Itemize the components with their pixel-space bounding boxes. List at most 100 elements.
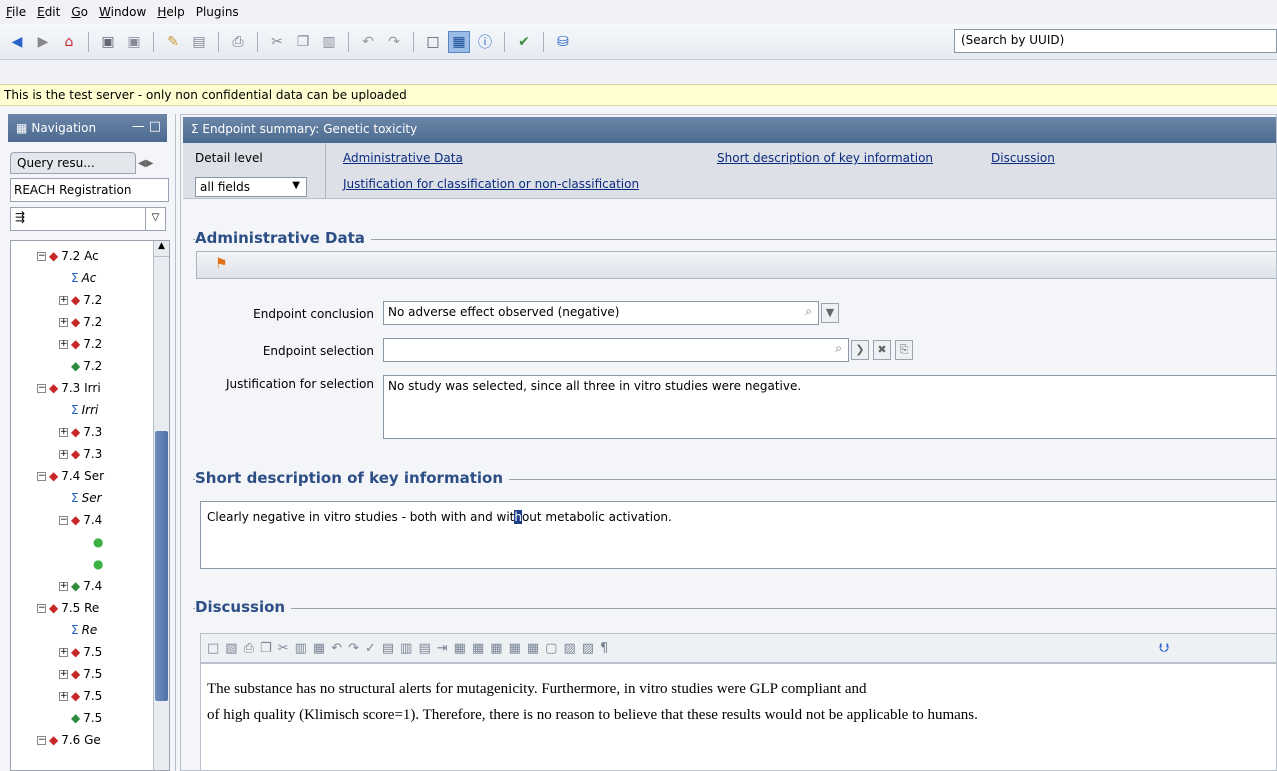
help-icon[interactable]: ⓘ xyxy=(474,31,496,53)
link-administrative-data[interactable]: Administrative Data xyxy=(343,151,463,165)
menu-plugins[interactable]: Plugins xyxy=(196,5,239,19)
forward-icon[interactable]: ▶ xyxy=(32,31,54,53)
tree-node[interactable]: ◆ 7.5 xyxy=(59,709,102,727)
cut-icon[interactable]: ✂ xyxy=(278,641,289,656)
expand-icon[interactable]: + xyxy=(59,691,68,701)
tree-scrollbar[interactable]: ▲ xyxy=(153,241,169,770)
justification-field[interactable]: No study was selected, since all three i… xyxy=(383,375,1276,439)
redo-icon[interactable]: ↷ xyxy=(348,641,359,656)
undo-icon[interactable]: ↶ xyxy=(357,31,379,53)
table-props-icon[interactable]: ▦ xyxy=(490,641,502,656)
collapse-icon[interactable]: − xyxy=(37,383,46,393)
scroll-up-icon[interactable]: ▲ xyxy=(154,241,169,257)
menu-go[interactable]: Go xyxy=(71,5,88,19)
tree-node[interactable]: + ◆ 7.3 xyxy=(59,423,102,441)
tree-node[interactable]: ● xyxy=(81,533,106,551)
collapse-icon[interactable]: − xyxy=(37,735,46,745)
tree-node[interactable]: + ◆ 7.5 xyxy=(59,643,102,661)
validate-icon[interactable]: ✔ xyxy=(513,31,535,53)
spellcheck-icon[interactable]: ✓ xyxy=(365,641,376,656)
flag-bar[interactable]: ⚑ xyxy=(196,251,1276,279)
menu-help[interactable]: Help xyxy=(157,5,184,19)
tree-node[interactable]: Σ Ac xyxy=(59,269,96,287)
tree-node[interactable]: − ◆ 7.5 Re xyxy=(37,599,99,617)
expand-icon[interactable]: + xyxy=(59,339,68,349)
chevron-down-icon[interactable]: ▽ xyxy=(146,207,166,231)
chevron-down-icon[interactable]: ▼ xyxy=(821,303,839,323)
image-icon[interactable]: ▨ xyxy=(563,641,575,656)
tree-node[interactable]: + ◆ 7.2 xyxy=(59,313,102,331)
tab-scroll-arrows-icon[interactable]: ◀▶ xyxy=(138,158,153,169)
tree-node[interactable]: + ◆ 7.3 xyxy=(59,445,102,463)
short-description-field[interactable]: Clearly negative in vitro studies - both… xyxy=(200,501,1276,569)
link-icon[interactable]: ⎘ xyxy=(895,340,913,360)
indent-icon[interactable]: ⇥ xyxy=(437,641,448,656)
tree-node[interactable]: − ◆ 7.6 Ge xyxy=(37,731,101,749)
delete-row-icon[interactable]: ▤ xyxy=(418,641,430,656)
cell-props-icon[interactable]: ▦ xyxy=(509,641,521,656)
menu-file[interactable]: File xyxy=(6,5,26,19)
tree-filter-combo[interactable]: ⇶ ▽ xyxy=(10,207,166,231)
insert-row-icon[interactable]: ▤ xyxy=(382,641,394,656)
tree-node[interactable]: Σ Irri xyxy=(59,401,98,419)
scroll-thumb[interactable] xyxy=(155,431,168,701)
tree-node[interactable]: Σ Ser xyxy=(59,489,102,507)
tree-node[interactable]: + ◆ 7.2 xyxy=(59,335,102,353)
collapse-icon[interactable]: − xyxy=(59,515,68,525)
collapse-icon[interactable]: − xyxy=(37,471,46,481)
back-icon[interactable]: ◀ xyxy=(6,31,28,53)
tree-node[interactable]: − ◆ 7.2 Ac xyxy=(37,247,99,265)
new-document-icon[interactable]: □ xyxy=(207,641,219,656)
print-icon[interactable]: ⎙ xyxy=(244,641,254,656)
save-icon[interactable]: ▣ xyxy=(97,31,119,53)
database-icon[interactable]: ⛁ xyxy=(552,31,574,53)
link-discussion[interactable]: Discussion xyxy=(991,151,1055,165)
tree-node[interactable]: + ◆ 7.5 xyxy=(59,665,102,683)
edit-icon[interactable]: ✎ xyxy=(162,31,184,53)
tree-node[interactable]: + ◆ 7.2 xyxy=(59,291,102,309)
expand-icon[interactable]: + xyxy=(59,449,68,459)
tree-node[interactable]: − ◆ 7.3 Irri xyxy=(37,379,101,397)
expand-icon[interactable]: + xyxy=(59,581,68,591)
expand-toolbar-icon[interactable]: ⮋ xyxy=(1159,641,1169,656)
detail-level-select[interactable]: all fields ▼ xyxy=(195,177,307,197)
preview-icon[interactable]: ▤ xyxy=(188,31,210,53)
link-justification[interactable]: Justification for classification or non-… xyxy=(343,177,639,191)
insert-column-icon[interactable]: ▥ xyxy=(400,641,412,656)
menu-edit[interactable]: Edit xyxy=(37,5,60,19)
expand-icon[interactable]: + xyxy=(59,317,68,327)
minimize-maximize-icon[interactable]: —□ xyxy=(132,119,165,134)
expand-icon[interactable]: + xyxy=(59,295,68,305)
discussion-editor[interactable]: The substance has no structural alerts f… xyxy=(200,663,1276,770)
cut-icon[interactable]: ✂ xyxy=(266,31,288,53)
tree-node[interactable]: Σ Re xyxy=(59,621,97,639)
expand-icon[interactable]: + xyxy=(59,427,68,437)
paste-icon[interactable]: ▥ xyxy=(295,641,307,656)
endpoint-conclusion-field[interactable]: No adverse effect observed (negative) ⌕ xyxy=(383,301,819,325)
flag-icon[interactable]: ⚑ xyxy=(215,256,228,272)
endpoint-selection-field[interactable]: ⌕ xyxy=(383,338,849,362)
split-cells-icon[interactable]: ▦ xyxy=(472,641,484,656)
copy-icon[interactable]: ❐ xyxy=(292,31,314,53)
tab-query-results[interactable]: Query resu... xyxy=(10,152,136,174)
tree-node[interactable]: ◆ 7.2 xyxy=(59,357,102,375)
collapse-icon[interactable]: − xyxy=(37,251,46,261)
menu-window[interactable]: Window xyxy=(99,5,146,19)
paste-icon[interactable]: ▥ xyxy=(318,31,340,53)
tree-node[interactable]: + ◆ 7.4 xyxy=(59,577,102,595)
frame-icon[interactable]: ▢ xyxy=(545,641,557,656)
clear-icon[interactable]: ✖ xyxy=(873,340,891,360)
uuid-search-input[interactable]: (Search by UUID) xyxy=(954,29,1277,53)
copy-icon[interactable]: ❐ xyxy=(260,641,272,656)
expand-icon[interactable]: + xyxy=(59,669,68,679)
tree-node[interactable]: ● xyxy=(81,555,106,573)
home-icon[interactable]: ⌂ xyxy=(58,31,80,53)
image-edit-icon[interactable]: ▨ xyxy=(582,641,594,656)
merge-cells-icon[interactable]: ▦ xyxy=(454,641,466,656)
grid-icon[interactable]: ▦ xyxy=(527,641,539,656)
link-short-description[interactable]: Short description of key information xyxy=(717,151,933,165)
tree-node[interactable]: + ◆ 7.5 xyxy=(59,687,102,705)
undo-icon[interactable]: ↶ xyxy=(331,641,342,656)
open-icon[interactable]: ▧ xyxy=(225,641,237,656)
tree-node[interactable]: − ◆ 7.4 Ser xyxy=(37,467,104,485)
